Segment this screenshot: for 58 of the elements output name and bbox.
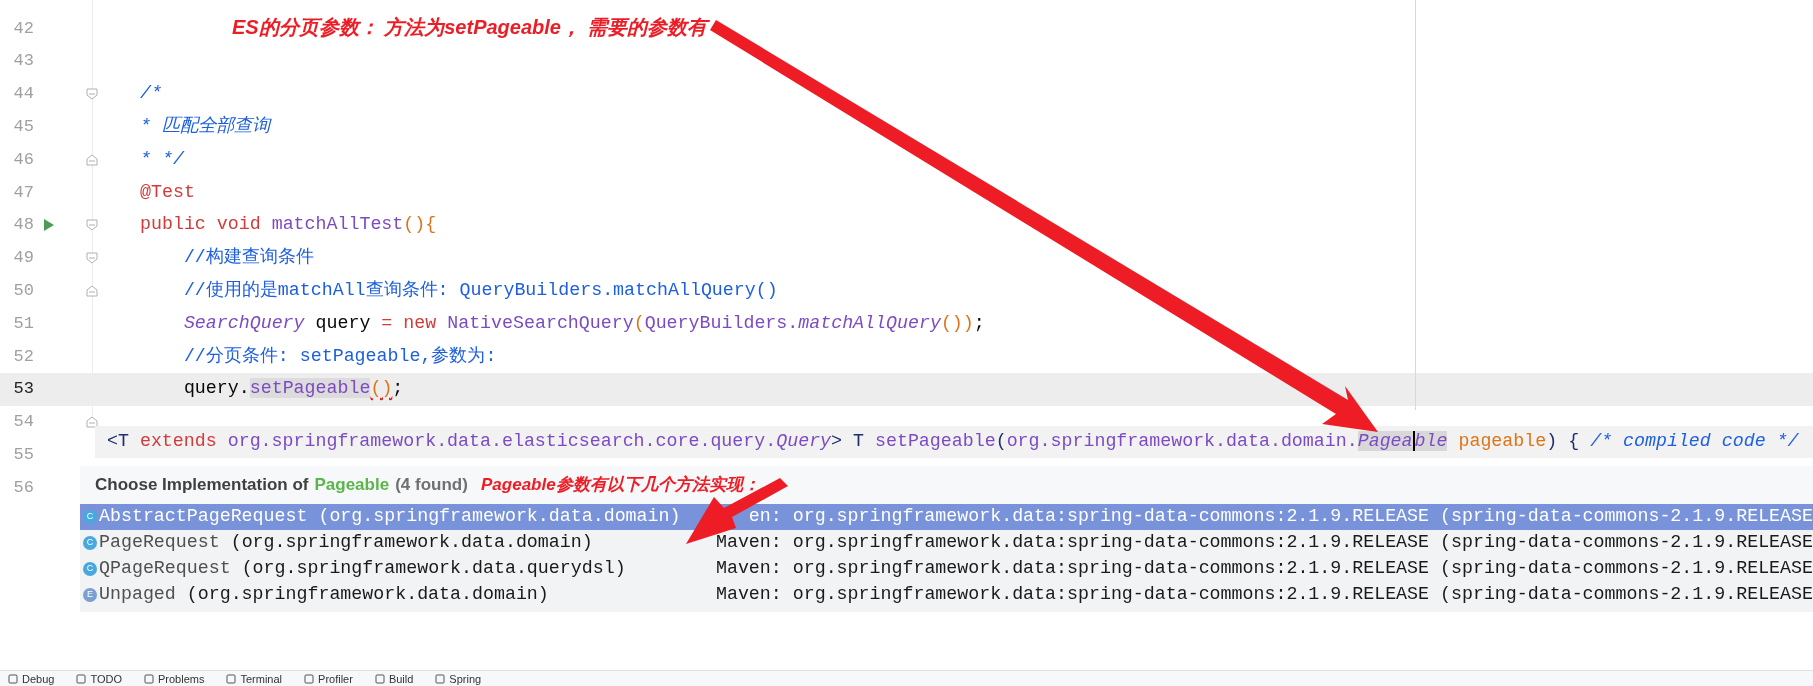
line-number: 43 (12, 50, 34, 73)
line-number: 54 (12, 411, 34, 434)
code-line: //分页条件: setPageable,参数为: (182, 344, 497, 368)
code-line: public void matchAllTest(){ (140, 213, 437, 237)
fold-icon[interactable] (86, 415, 98, 428)
tool-window-tab[interactable]: Problems (144, 671, 205, 686)
run-icon[interactable] (43, 218, 55, 233)
popup-title: Choose Implementation of (95, 474, 309, 497)
tool-window-tab[interactable]: Debug (8, 671, 55, 686)
tool-window-tab[interactable]: TODO (76, 671, 122, 686)
class-icon: C (83, 562, 97, 576)
code-line: /* (140, 82, 162, 106)
fold-icon[interactable] (86, 284, 98, 297)
class-icon: C (83, 510, 97, 524)
implementation-item[interactable]: C QPageRequest (org.springframework.data.querydsl) Maven: org.springframework.data:spring-data-commons:2.1.9.RELEASE (spring-data-commons-2.1.9.RELEASE (80, 556, 1813, 582)
line-number: 44 (12, 83, 34, 106)
tool-window-icon (76, 673, 87, 684)
annotation-text: Pageable参数有以下几个方法实现： (481, 474, 760, 496)
implementation-item[interactable]: E Unpaged (org.springframework.data.domain) Maven: org.springframework.data:spring-data-commons:2.1.9.RELEASE (spring-data-commons-2.1.9.RELEASE (80, 582, 1813, 608)
tool-window-tab[interactable]: Build (374, 671, 414, 686)
fold-icon[interactable] (86, 251, 98, 264)
fold-icon[interactable] (86, 153, 98, 166)
line-number: 49 (12, 247, 34, 270)
tool-window-tab[interactable]: Spring (435, 671, 482, 686)
tool-window-icon (304, 673, 315, 684)
code-line: query.setPageable(); (182, 377, 404, 401)
tool-window-icon (144, 673, 154, 684)
tool-window-icon (374, 673, 385, 684)
line-number: 45 (12, 116, 34, 139)
code-line: //使用的是matchAll查询条件: QueryBuilders.matchAllQuery() (182, 279, 778, 303)
tool-window-icon (226, 673, 237, 684)
fold-icon[interactable] (86, 219, 98, 232)
line-number: 55 (12, 444, 34, 466)
code-line: @Test (140, 180, 195, 204)
tool-window-tab[interactable]: Terminal (226, 671, 283, 686)
fold-icon[interactable] (86, 88, 98, 100)
line-number: 50 (12, 280, 34, 302)
code-line: * 匹配全部查询 (140, 114, 270, 139)
line-number: 52 (12, 345, 34, 368)
result-count: (4 found) (395, 474, 468, 497)
line-number: 51 (12, 312, 34, 335)
line-number: 48 (12, 214, 34, 237)
line-number: 47 (12, 181, 34, 204)
enum-icon: E (83, 588, 97, 602)
implementation-item[interactable]: C PageRequest (org.springframework.data.domain) Maven: org.springframework.data:spring-data-commons:2.1.9.RELEASE (spring-data-commons-2.1.9.RELEASE (80, 530, 1813, 556)
tool-window-icon (435, 673, 446, 684)
line-number: 56 (12, 476, 34, 499)
method-signature: <T extends org.springframework.data.elasticsearch.core.query.Query> T setPageable(org.springframework.data.domain.Pagea ble pageable) { /* compiled code */ (107, 430, 1799, 454)
code-line: * */ (140, 147, 184, 171)
line-number: 42 (12, 17, 34, 40)
tool-window-tab[interactable]: Profiler (304, 671, 353, 686)
tool-window-icon (8, 673, 18, 684)
line-number: 53 (12, 378, 34, 401)
code-line: //构建查询条件 (182, 246, 314, 270)
type-name: Pageable (314, 474, 390, 497)
code-line: SearchQuery query = new NativeSearchQuery(QueryBuilders.matchAllQuery()); (182, 311, 985, 335)
class-icon: C (83, 536, 97, 550)
line-number: 46 (12, 148, 34, 171)
